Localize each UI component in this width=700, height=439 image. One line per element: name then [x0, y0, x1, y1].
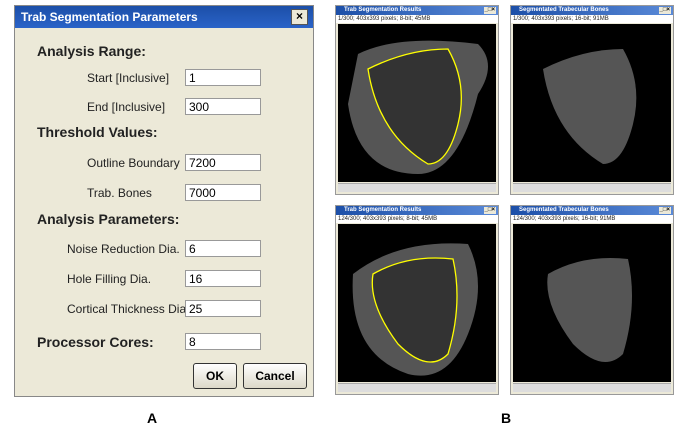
results-window-124: Trab Segmentation Results _□× 124/300; 40… — [335, 205, 499, 395]
panel-label-b: B — [501, 410, 512, 426]
window-title: Trab Segmentation Results — [344, 207, 422, 213]
window-controls[interactable]: _□× — [658, 207, 671, 214]
window-controls[interactable]: _□× — [483, 7, 496, 14]
window-status: 1/300; 403x393 pixels; 8-bit; 45MB — [336, 15, 498, 23]
window-title: Segmentated Trabecular Bones — [519, 7, 609, 13]
slice-scrollbar[interactable] — [513, 183, 671, 192]
field-label: Trab. Bones — [87, 186, 152, 200]
hole-filling-input[interactable]: 16 — [185, 270, 261, 287]
field-label: Cortical Thickness Dia. — [67, 302, 190, 316]
slice-scrollbar[interactable] — [338, 383, 496, 392]
section-processor-cores: Processor Cores: — [37, 334, 154, 350]
window-title: Trab Segmentation Results — [344, 7, 422, 13]
window-controls[interactable]: _□× — [483, 207, 496, 214]
window-status: 1/300; 403x393 pixels; 16-bit; 91MB — [511, 15, 673, 23]
section-threshold: Threshold Values: — [37, 124, 158, 140]
bone-outline-image — [348, 40, 488, 175]
dialog-titlebar: Trab Segmentation Parameters × — [15, 6, 313, 28]
dialog-title: Trab Segmentation Parameters — [21, 10, 198, 24]
processor-cores-input[interactable]: 8 — [185, 333, 261, 350]
section-analysis-range: Analysis Range: — [37, 43, 146, 59]
outline-boundary-input[interactable]: 7200 — [185, 154, 261, 171]
start-input[interactable]: 1 — [185, 69, 261, 86]
segmentation-dialog: Trab Segmentation Parameters × Analysis … — [14, 5, 314, 397]
cortical-thickness-input[interactable]: 25 — [185, 300, 261, 317]
trabecular-image — [513, 224, 671, 382]
field-label: Hole Filling Dia. — [67, 272, 152, 286]
window-controls[interactable]: _□× — [658, 7, 671, 14]
slice-scrollbar[interactable] — [338, 183, 496, 192]
trabecular-window-124: Segmentated Trabecular Bones _□× 124/300;… — [510, 205, 674, 395]
field-label: Outline Boundary — [87, 156, 180, 170]
close-button[interactable]: × — [291, 9, 308, 25]
trabecular-image — [513, 24, 671, 182]
section-analysis-params: Analysis Parameters: — [37, 211, 180, 227]
window-status: 124/300; 403x393 pixels; 8-bit; 45MB — [336, 215, 498, 223]
trab-bones-input[interactable]: 7000 — [185, 184, 261, 201]
panel-label-a: A — [147, 410, 158, 426]
field-label: Start [Inclusive] — [87, 71, 170, 85]
field-label: End [Inclusive] — [87, 100, 166, 114]
window-status: 124/300; 403x393 pixels; 16-bit; 91MB — [511, 215, 673, 223]
field-label: Noise Reduction Dia. — [67, 242, 180, 256]
ct-slice-image — [338, 24, 496, 182]
noise-reduction-input[interactable]: 6 — [185, 240, 261, 257]
window-title: Segmentated Trabecular Bones — [519, 207, 609, 213]
ct-slice-image — [338, 224, 496, 382]
slice-scrollbar[interactable] — [513, 383, 671, 392]
end-input[interactable]: 300 — [185, 98, 261, 115]
ok-button[interactable]: OK — [193, 363, 237, 389]
trabecular-window-1: Segmentated Trabecular Bones _□× 1/300; 4… — [510, 5, 674, 195]
results-window-1: Trab Segmentation Results _□× 1/300; 403x… — [335, 5, 499, 195]
cancel-button[interactable]: Cancel — [243, 363, 307, 389]
